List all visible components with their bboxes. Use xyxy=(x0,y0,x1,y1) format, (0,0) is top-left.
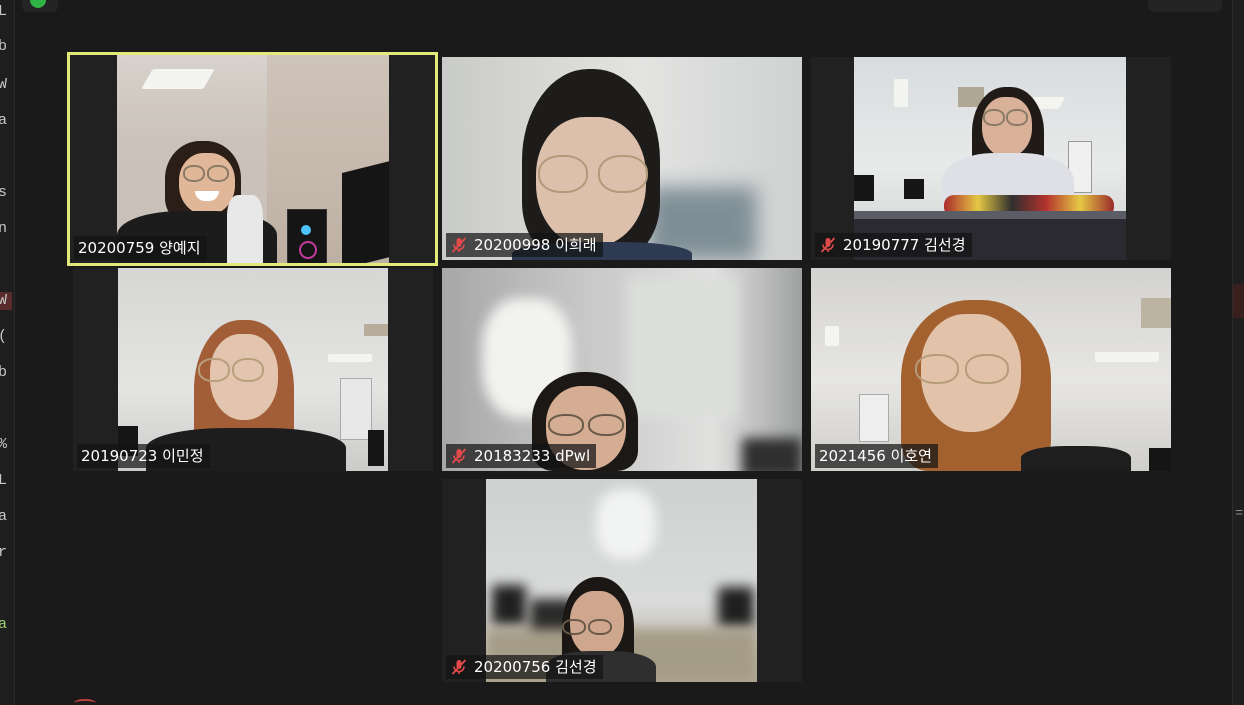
code-glyph: L xyxy=(0,3,12,21)
participant-name: 20200998 이희래 xyxy=(474,236,597,254)
participant-name: 20190723 이민정 xyxy=(81,447,204,465)
code-glyph: ( xyxy=(0,328,12,346)
video-tile[interactable]: 20200756 김선경 xyxy=(442,479,802,682)
background-editor-strip: L b W a s n W ( b % L a r a xyxy=(0,0,15,705)
mic-off-icon xyxy=(451,659,467,675)
code-glyph: L xyxy=(0,472,12,490)
code-glyph: s xyxy=(0,184,12,202)
video-feed xyxy=(442,57,802,260)
video-feed xyxy=(442,268,802,471)
video-tile[interactable]: 20200998 이희래 xyxy=(442,57,802,260)
background-editor-edge: = xyxy=(1232,0,1244,705)
video-feed xyxy=(854,57,1126,260)
video-feed xyxy=(117,55,389,263)
participant-name-label: 20200759 양예지 xyxy=(74,236,207,260)
participant-name-label: 20200998 이희래 xyxy=(446,233,603,257)
code-glyph: a xyxy=(0,508,12,526)
code-glyph: r xyxy=(0,544,12,562)
participant-name-label: 2021456 이호연 xyxy=(815,444,938,468)
video-tile[interactable]: 20183233 dPwl xyxy=(442,268,802,471)
top-right-button[interactable] xyxy=(1148,0,1222,12)
participant-name: 20183233 dPwl xyxy=(474,447,591,465)
participant-name: 2021456 이호연 xyxy=(819,447,932,465)
code-glyph: b xyxy=(0,364,12,382)
participant-name: 20200759 양예지 xyxy=(78,239,201,257)
video-tile[interactable]: 20200759 양예지 xyxy=(70,55,435,263)
code-glyph: = xyxy=(1235,506,1244,522)
participant-name: 20200756 김선경 xyxy=(474,658,597,676)
video-feed xyxy=(811,268,1171,471)
video-tile[interactable]: 2021456 이호연 xyxy=(811,268,1171,471)
participant-name-label: 20190723 이민정 xyxy=(77,444,210,468)
video-tile[interactable]: 20190777 김선경 xyxy=(811,57,1171,260)
participant-name-label: 20183233 dPwl xyxy=(446,444,597,468)
code-glyph: n xyxy=(0,220,12,238)
video-feed xyxy=(118,268,388,471)
participant-name-label: 20190777 김선경 xyxy=(815,233,972,257)
code-glyph: % xyxy=(0,436,12,454)
meeting-gallery-view: L b W a s n W ( b % L a r a = xyxy=(0,0,1244,705)
error-marker xyxy=(1233,284,1244,318)
video-feed xyxy=(486,479,757,682)
mic-off-icon xyxy=(451,237,467,253)
mic-off-icon xyxy=(820,237,836,253)
background-glyph xyxy=(74,699,96,705)
mic-off-icon xyxy=(451,448,467,464)
video-tile[interactable]: 20190723 이민정 xyxy=(73,268,433,471)
participant-name: 20190777 김선경 xyxy=(843,236,966,254)
code-glyph: a xyxy=(0,616,12,634)
code-glyph: a xyxy=(0,112,12,130)
code-glyph: b xyxy=(0,38,12,56)
code-glyph: W xyxy=(0,76,12,94)
participant-name-label: 20200756 김선경 xyxy=(446,655,603,679)
code-glyph: W xyxy=(0,292,12,310)
